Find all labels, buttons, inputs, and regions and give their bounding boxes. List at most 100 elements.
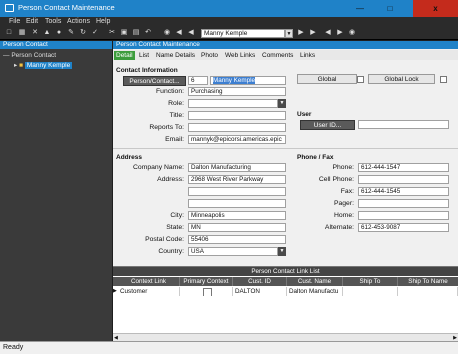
- search-icon[interactable]: ◉: [163, 29, 171, 37]
- folder-icon: ■: [19, 62, 24, 69]
- save-icon[interactable]: ▦: [18, 29, 26, 37]
- title-field[interactable]: [188, 111, 286, 120]
- home-field[interactable]: [358, 211, 449, 220]
- undo-icon[interactable]: ↶: [144, 29, 152, 37]
- country-field[interactable]: USA: [188, 247, 278, 256]
- chevron-down-icon[interactable]: ▼: [278, 99, 286, 108]
- status-bar: Ready: [0, 341, 458, 354]
- alternate-field[interactable]: 612-453-9087: [358, 223, 449, 232]
- back-icon[interactable]: ◀: [324, 29, 332, 37]
- user-id-button[interactable]: User ID...: [300, 120, 355, 130]
- postal-code-field[interactable]: 55406: [188, 235, 286, 244]
- tab-detail[interactable]: Detail: [114, 51, 135, 60]
- cell-ship-to[interactable]: [343, 287, 398, 296]
- tab-name-details[interactable]: Name Details: [154, 51, 197, 60]
- col-context-link[interactable]: Context Link: [118, 277, 180, 286]
- cell-context-link[interactable]: Customer: [118, 287, 180, 296]
- state-label: State:: [166, 224, 184, 231]
- title-bar: Person Contact Maintenance — □ x: [0, 0, 458, 17]
- stop-icon[interactable]: ◉: [348, 29, 356, 37]
- menu-tools[interactable]: Tools: [45, 18, 61, 25]
- delete-icon[interactable]: ✕: [31, 29, 39, 37]
- pager-field[interactable]: [358, 199, 449, 208]
- email-field[interactable]: mannyk@epicorsi.americas.epic: [188, 135, 286, 144]
- link-list-grid: Person Contact Link List Context Link Pr…: [113, 266, 458, 341]
- tab-comments[interactable]: Comments: [260, 51, 295, 60]
- col-ship-to[interactable]: Ship To: [343, 277, 398, 286]
- cut-icon[interactable]: ✂: [108, 29, 116, 37]
- global-checkbox[interactable]: [357, 76, 364, 83]
- contact-info-heading: Contact Information: [116, 67, 178, 74]
- cell-cust-id[interactable]: DALTON: [233, 287, 287, 296]
- city-field[interactable]: Minneapolis: [188, 211, 286, 220]
- close-button[interactable]: x: [413, 0, 458, 17]
- tab-photo[interactable]: Photo: [199, 51, 220, 60]
- menu-edit[interactable]: Edit: [26, 18, 38, 25]
- fax-field[interactable]: 612-444-1545: [358, 187, 449, 196]
- phone-fax-heading: Phone / Fax: [297, 154, 334, 161]
- menu-actions[interactable]: Actions: [67, 18, 90, 25]
- col-cust-id[interactable]: Cust. ID: [233, 277, 287, 286]
- minimize-button[interactable]: —: [346, 0, 374, 17]
- record-selector[interactable]: Manny Kemple: [201, 29, 285, 38]
- cell-primary-context[interactable]: [180, 287, 233, 296]
- first-record-icon[interactable]: ◀: [175, 29, 183, 37]
- tab-list[interactable]: List: [137, 51, 151, 60]
- address-line1-field[interactable]: 2968 West River Parkway: [188, 175, 286, 184]
- chevron-down-icon[interactable]: ▼: [278, 247, 286, 256]
- tab-links[interactable]: Links: [298, 51, 317, 60]
- company-name-field[interactable]: Dalton Manufacturing: [188, 163, 286, 172]
- tree-root[interactable]: — Person Contact: [3, 52, 56, 59]
- edit-icon[interactable]: ✎: [67, 29, 75, 37]
- address-line3-field[interactable]: [188, 199, 286, 208]
- user-id-field[interactable]: [358, 120, 449, 129]
- reports-to-field[interactable]: [188, 123, 286, 132]
- contact-name-field[interactable]: Manny Kemple: [210, 76, 286, 85]
- tab-web-links[interactable]: Web Links: [223, 51, 257, 60]
- paste-icon[interactable]: ▤: [132, 29, 140, 37]
- chevron-down-icon[interactable]: ▼: [285, 29, 293, 38]
- next-record-icon[interactable]: ▶: [297, 29, 305, 37]
- maximize-button[interactable]: □: [376, 0, 404, 17]
- global-lock-checkbox[interactable]: [440, 76, 447, 83]
- new-icon[interactable]: □: [5, 29, 13, 37]
- cell-ship-to-name[interactable]: [398, 287, 458, 296]
- cell-phone-field[interactable]: [358, 175, 449, 184]
- global-button[interactable]: Global: [297, 74, 357, 84]
- horizontal-scrollbar[interactable]: ◀ ▶: [113, 333, 458, 341]
- home-label: Home:: [333, 212, 354, 219]
- role-label: Role:: [168, 100, 184, 107]
- cell-cust-name[interactable]: Dalton Manufactu: [287, 287, 343, 296]
- phone-field[interactable]: 612-444-1547: [358, 163, 449, 172]
- col-primary-context[interactable]: Primary Context: [180, 277, 233, 286]
- col-cust-name[interactable]: Cust. Name: [287, 277, 343, 286]
- col-ship-to-name[interactable]: Ship To Name: [398, 277, 458, 286]
- global-lock-button[interactable]: Global Lock: [368, 74, 435, 84]
- fax-label: Fax:: [340, 188, 354, 195]
- person-contact-button[interactable]: Person/Contact...: [123, 76, 186, 86]
- address-line2-field[interactable]: [188, 187, 286, 196]
- function-label: Function:: [156, 88, 184, 95]
- contact-name-text: Manny Kemple: [213, 77, 255, 84]
- state-field[interactable]: MN: [188, 223, 286, 232]
- cell-phone-label: Cell Phone:: [318, 176, 354, 183]
- tools-icon[interactable]: ✓: [91, 29, 99, 37]
- forward-icon[interactable]: ▶: [336, 29, 344, 37]
- alternate-label: Alternate:: [324, 224, 354, 231]
- main-panel: Person Contact Maintenance Detail List N…: [113, 41, 458, 341]
- menu-bar: File Edit Tools Actions Help: [0, 17, 458, 27]
- menu-help[interactable]: Help: [96, 18, 110, 25]
- postal-code-label: Postal Code:: [145, 236, 184, 243]
- primary-context-checkbox[interactable]: [202, 288, 212, 296]
- last-record-icon[interactable]: ▶: [309, 29, 317, 37]
- function-field[interactable]: Purchasing: [188, 87, 286, 96]
- role-field[interactable]: [188, 99, 278, 108]
- previous-record-icon[interactable]: ◀: [187, 29, 195, 37]
- tree-node-contact[interactable]: ▸ ■ Manny Kemple: [14, 61, 73, 69]
- refresh-icon[interactable]: ↻: [79, 29, 87, 37]
- clear-icon[interactable]: ▲: [43, 29, 51, 37]
- menu-file[interactable]: File: [9, 18, 20, 25]
- copy-icon[interactable]: ▣: [120, 29, 128, 37]
- chat-icon[interactable]: ●: [55, 29, 63, 37]
- contact-id-field[interactable]: 6: [188, 76, 208, 85]
